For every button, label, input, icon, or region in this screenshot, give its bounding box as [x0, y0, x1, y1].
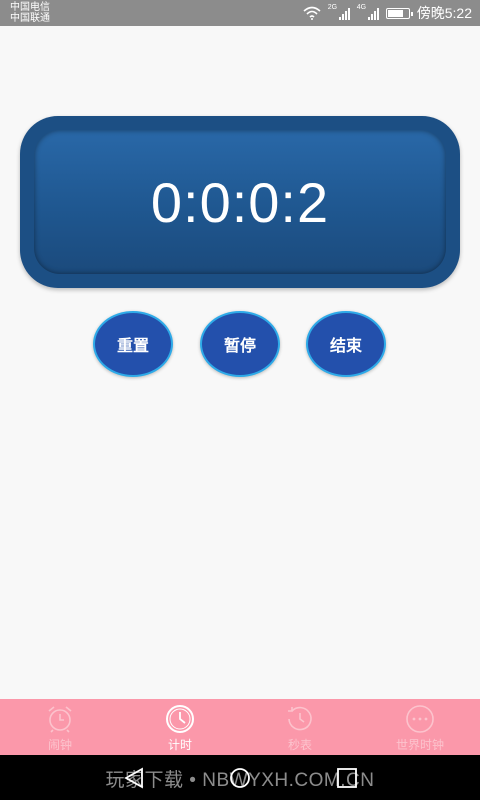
- network-type-sim1: 2G: [327, 4, 338, 11]
- alarm-clock-icon: [48, 706, 72, 733]
- status-bar: 中国电信 中国联通 2G 4G 傍晚5:22: [0, 0, 480, 26]
- stopwatch-icon: [288, 706, 312, 731]
- tab-label-alarm: 闹钟: [47, 738, 72, 752]
- watermark-text: 玩家下载 • NBWYXH.COM.CN: [105, 770, 375, 791]
- tab-label-world-clock: 世界时钟: [395, 738, 444, 752]
- clock-icon: [166, 705, 194, 733]
- tab-alarm[interactable]: 闹钟: [0, 699, 120, 755]
- network-type-sim2: 4G: [356, 4, 367, 11]
- status-time: 傍晚5:22: [416, 5, 472, 21]
- bottom-tab-bar: 闹钟 计时 秒表 世界时钟: [0, 699, 480, 755]
- tab-timer[interactable]: 计时: [120, 699, 240, 755]
- tab-label-stopwatch: 秒表: [287, 738, 312, 752]
- timer-controls: 重置 暂停 结束: [0, 311, 480, 377]
- reset-button[interactable]: 重置: [93, 311, 173, 377]
- tab-stopwatch[interactable]: 秒表: [240, 699, 360, 755]
- stop-button[interactable]: 结束: [306, 311, 386, 377]
- wifi-icon: [303, 6, 321, 20]
- timer-value: 0:0:0:2: [150, 170, 330, 234]
- signal-icon-sim1: 2G: [327, 4, 350, 20]
- battery-level: [387, 9, 403, 17]
- carrier-1: 中国电信: [10, 2, 50, 13]
- carrier-info: 中国电信 中国联通: [10, 2, 50, 24]
- tab-label-timer: 计时: [167, 738, 192, 752]
- more-icon: [406, 705, 434, 733]
- tab-world-clock[interactable]: 世界时钟: [360, 699, 480, 755]
- status-icons: 2G 4G 傍晚5:22: [303, 3, 472, 23]
- navigation-bar: 玩家下载 • NBWYXH.COM.CN: [0, 755, 480, 800]
- timer-screen: 0:0:0:2: [34, 130, 446, 274]
- pause-button[interactable]: 暂停: [200, 311, 280, 377]
- signal-icon-sim2: 4G: [356, 4, 379, 20]
- battery-icon: [385, 7, 413, 19]
- carrier-2: 中国联通: [10, 13, 50, 24]
- timer-display: 0:0:0:2: [20, 116, 460, 288]
